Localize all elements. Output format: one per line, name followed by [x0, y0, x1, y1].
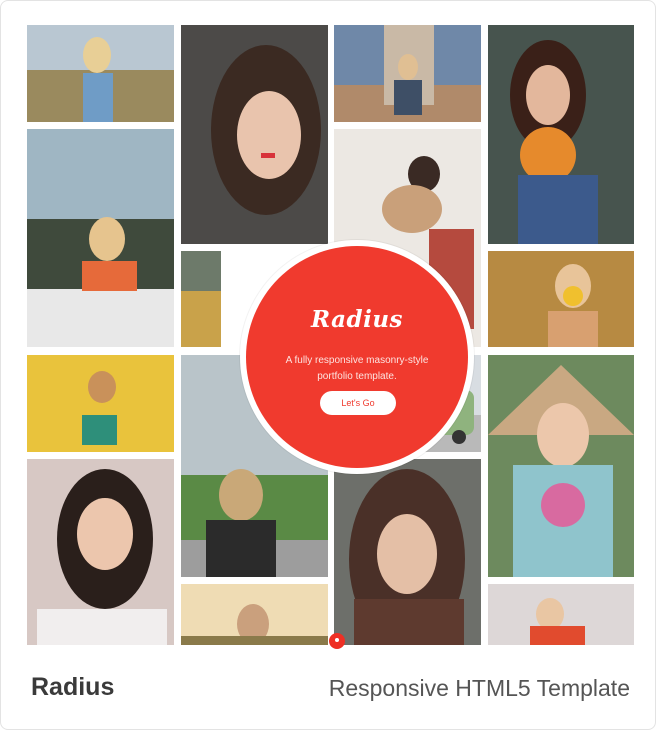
- hero-tagline: A fully responsive masonry-style portfol…: [285, 355, 429, 382]
- gallery-photo[interactable]: [27, 129, 174, 347]
- template-name[interactable]: Radius: [31, 673, 114, 702]
- gallery-photo[interactable]: [181, 251, 221, 347]
- gallery-photo[interactable]: [334, 25, 481, 122]
- gallery-photo[interactable]: [181, 584, 328, 645]
- gallery-photo[interactable]: [488, 251, 634, 347]
- hero-title: Radius: [310, 306, 404, 333]
- template-subtitle: Responsive HTML5 Template: [328, 675, 630, 701]
- template-preview[interactable]: Radius A fully responsive masonry-style …: [27, 25, 634, 645]
- floating-action-icon[interactable]: [329, 633, 345, 649]
- gallery-photo[interactable]: [27, 459, 174, 645]
- gallery-photo[interactable]: [27, 25, 174, 122]
- gallery-photo[interactable]: [488, 584, 634, 645]
- template-card[interactable]: Radius A fully responsive masonry-style …: [0, 0, 656, 730]
- gallery-photo[interactable]: [488, 355, 634, 577]
- gallery-photo[interactable]: [27, 355, 174, 452]
- hero-circle: Radius A fully responsive masonry-style …: [240, 240, 474, 474]
- lets-go-button[interactable]: Let's Go: [320, 391, 396, 415]
- gallery-photo[interactable]: [334, 459, 481, 645]
- gallery-photo[interactable]: [488, 25, 634, 244]
- gallery-photo[interactable]: [181, 25, 328, 244]
- hero-content: Radius A fully responsive masonry-style …: [246, 246, 468, 468]
